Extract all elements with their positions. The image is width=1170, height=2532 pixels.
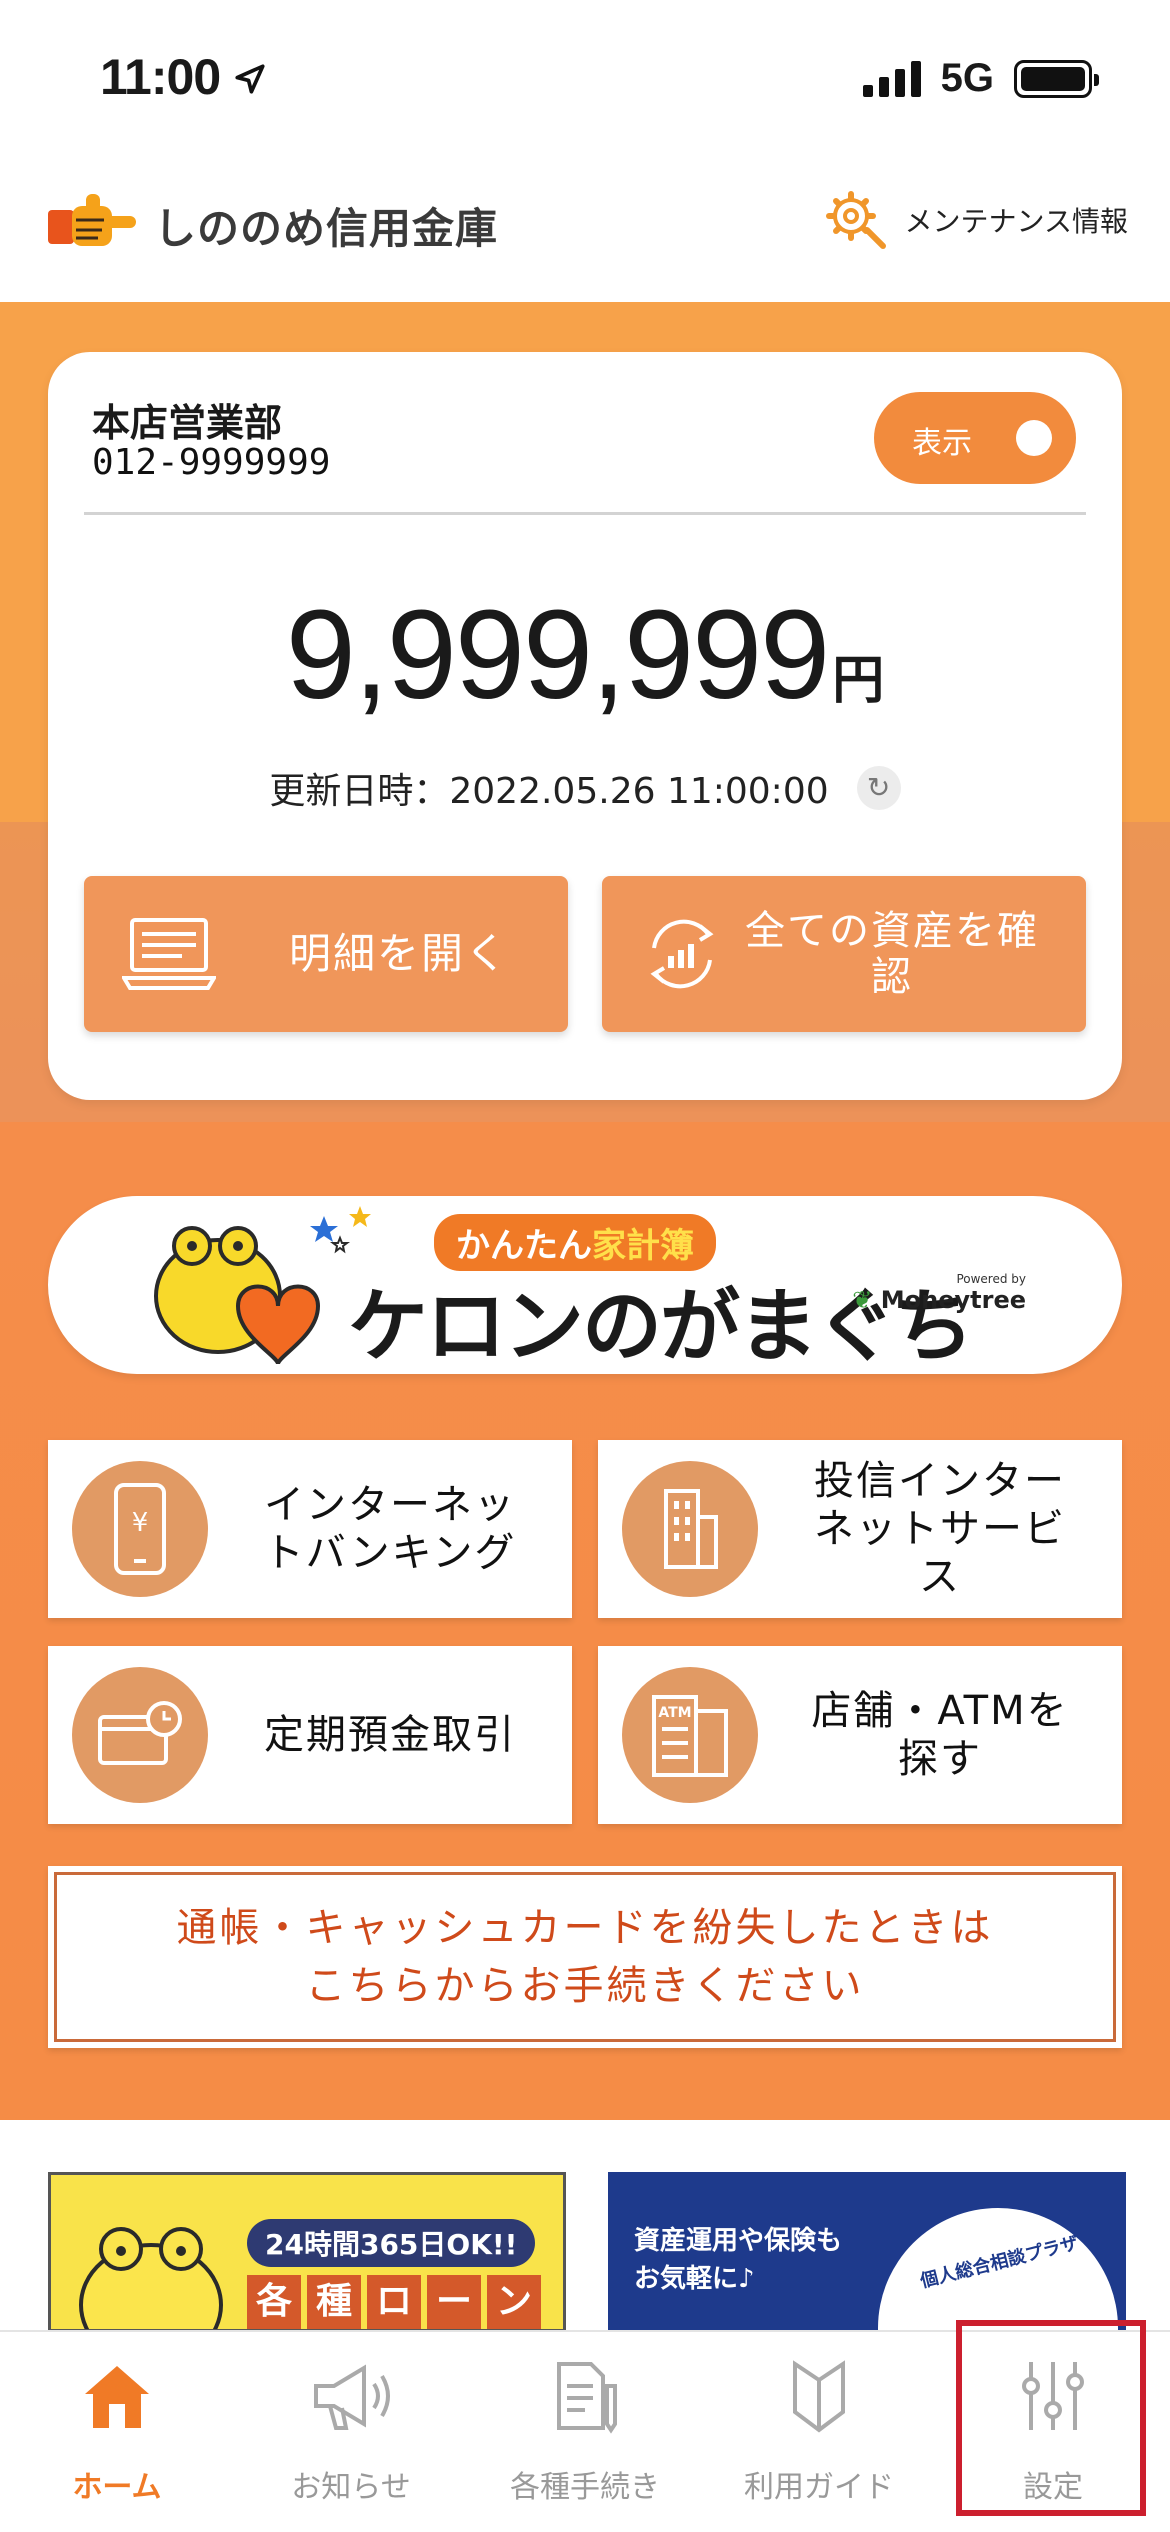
svg-text:¥: ¥ <box>132 1508 149 1538</box>
lost-card-notice-button[interactable]: 通帳・キャッシュカードを紛失したときは こちらからお手続きください <box>48 1866 1122 2048</box>
maintenance-info-link[interactable]: メンテナンス情報 <box>823 188 1128 252</box>
toggle-knob <box>1016 420 1052 456</box>
lost-notice-line2: こちらからお手続きください <box>305 1963 865 2009</box>
settings-highlight-box <box>956 2320 1146 2516</box>
location-arrow-icon <box>235 64 265 94</box>
kakeibo-banner[interactable]: かんたん家計簿 ケロンのがまぐち Powered by ❦ Moneytree <box>48 1196 1122 1374</box>
account-number: 012-9999999 <box>92 442 331 483</box>
tab-guide[interactable]: 利用ガイド <box>702 2332 936 2532</box>
frog-face-icon <box>79 2227 223 2329</box>
find-branch-atm-label: 店舗・ATMを探す <box>811 1688 1069 1782</box>
investment-trust-label: 投信インターネットサービス <box>814 1458 1066 1600</box>
phone-yen-icon: ¥ <box>72 1461 208 1597</box>
signal-icon <box>862 60 921 97</box>
document-icon <box>557 2362 617 2434</box>
svg-text:ATM: ATM <box>658 1705 691 1721</box>
internet-banking-tile[interactable]: ¥ インターネットバンキング <box>48 1440 572 1618</box>
maintenance-label: メンテナンス情報 <box>904 205 1128 238</box>
hand-logo-icon <box>48 194 136 246</box>
open-statement-button[interactable]: 明細を開く <box>84 876 568 1032</box>
time-deposit-tile[interactable]: 定期預金取引 <box>48 1646 572 1824</box>
home-icon <box>85 2366 149 2428</box>
atm-icon: ATM <box>622 1667 758 1803</box>
refresh-icon[interactable]: ↻ <box>856 766 901 810</box>
card-clock-icon <box>72 1667 208 1803</box>
app-header: しののめ信用金庫 メンテナンス情報 <box>0 150 1170 302</box>
internet-banking-label: インターネットバンキング <box>263 1482 517 1576</box>
open-statement-label: 明細を開く <box>288 929 509 978</box>
time-deposit-label: 定期預金取引 <box>264 1712 516 1758</box>
tab-guide-label: 利用ガイド <box>744 2470 894 2505</box>
updated-time: 更新日時：2022.05.26 11:00:00 ↻ <box>48 762 1122 814</box>
tab-home-label: ホーム <box>72 2470 162 2505</box>
balance: 9,999,999円 <box>48 582 1122 727</box>
bank-name: しののめ信用金庫 <box>154 203 499 253</box>
consultation-promo-text: 資産運用や保険も お気軽に♪ <box>634 2226 843 2294</box>
tab-procedures[interactable]: 各種手続き <box>468 2332 702 2532</box>
balance-amount: 9,999,999 <box>285 584 831 725</box>
updated-time-text: 更新日時：2022.05.26 11:00:00 <box>269 771 829 812</box>
consultation-promo-banner[interactable]: 資産運用や保険も お気軽に♪ 個人総合相談プラザ <box>608 2172 1126 2332</box>
moneytree-logo: Powered by ❦ Moneytree <box>852 1272 1026 1314</box>
megaphone-icon <box>314 2364 390 2430</box>
status-bar: 11:00 5G <box>0 0 1170 150</box>
gear-wrench-icon <box>825 191 886 249</box>
balance-unit: 円 <box>832 651 885 711</box>
view-all-assets-button[interactable]: 全ての資産を確認 <box>602 876 1086 1032</box>
loan-promo-title: 各種ローン <box>247 2275 541 2329</box>
tab-home[interactable]: ホーム <box>0 2332 234 2532</box>
account-card: 本店営業部 012-9999999 表示 9,999,999円 更新日時：202… <box>48 352 1122 1100</box>
toggle-label: 表示 <box>912 426 972 461</box>
building-icon <box>622 1461 758 1597</box>
status-time: 11:00 <box>100 48 267 106</box>
guide-icon <box>793 2360 845 2433</box>
assets-cycle-icon <box>650 919 714 989</box>
network-type: 5G <box>940 56 994 100</box>
bank-logo: しののめ信用金庫 <box>46 190 498 260</box>
tab-procedures-label: 各種手続き <box>510 2470 660 2505</box>
loan-promo-banner[interactable]: 24時間365日OK!! 各種ローン <box>48 2172 566 2332</box>
lost-card-notice: 通帳・キャッシュカードを紛失したときは こちらからお手続きください <box>54 1872 1116 2042</box>
find-branch-atm-tile[interactable]: ATM 店舗・ATMを探す <box>598 1646 1122 1824</box>
tab-notices-label: お知らせ <box>291 2470 411 2505</box>
battery-icon <box>1014 59 1099 98</box>
branch-name: 本店営業部 <box>92 401 283 445</box>
lost-notice-line1: 通帳・キャッシュカードを紛失したときは <box>176 1905 994 1951</box>
balance-display-toggle[interactable]: 表示 <box>874 392 1076 484</box>
tab-notices[interactable]: お知らせ <box>234 2332 468 2532</box>
laptop-statement-icon <box>122 918 216 990</box>
card-divider <box>84 512 1086 515</box>
investment-trust-tile[interactable]: 投信インターネットサービス <box>598 1440 1122 1618</box>
loan-promo-badge: 24時間365日OK!! <box>247 2219 536 2267</box>
view-all-assets-label: 全ての資産を確認 <box>745 908 1039 1000</box>
